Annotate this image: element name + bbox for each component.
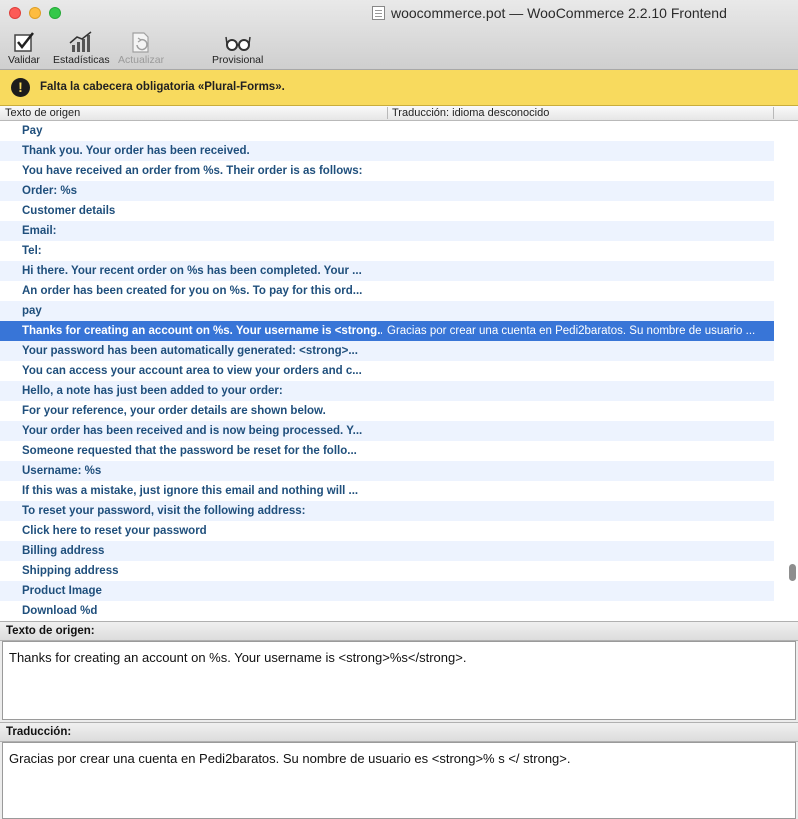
table-row[interactable]: To reset your password, visit the follow… xyxy=(0,501,774,521)
source-cell: Order: %s xyxy=(22,185,77,197)
update-button[interactable]: Actualizar xyxy=(118,30,164,66)
table-row[interactable]: You have received an order from %s. Thei… xyxy=(0,161,774,181)
source-cell: Hello, a note has just been added to you… xyxy=(22,385,283,397)
source-cell: An order has been created for you on %s.… xyxy=(22,285,363,297)
column-divider xyxy=(773,107,774,119)
table-row[interactable]: Product Image xyxy=(0,581,774,601)
table-row[interactable]: Hello, a note has just been added to you… xyxy=(0,381,774,401)
table-row[interactable]: Download %d xyxy=(0,601,774,621)
translation-text-editor[interactable]: Gracias por crear una cuenta en Pedi2bar… xyxy=(2,742,796,819)
window-titlebar: woocommerce.pot — WooCommerce 2.2.10 Fro… xyxy=(0,0,798,70)
list-column-header: Texto de origen Traducción: idioma desco… xyxy=(0,106,798,121)
document-icon xyxy=(372,6,385,20)
source-cell: Shipping address xyxy=(22,565,119,577)
source-cell: Pay xyxy=(22,125,43,137)
table-row[interactable]: Shipping address xyxy=(0,561,774,581)
statistics-button[interactable]: Estadísticas xyxy=(53,30,110,66)
validate-button[interactable]: Validar xyxy=(8,30,40,66)
table-row[interactable]: Pay xyxy=(0,121,774,141)
table-row-selected[interactable]: Thanks for creating an account on %s. Yo… xyxy=(0,321,774,341)
translation-panel-header: Traducción: xyxy=(0,722,798,742)
table-row[interactable]: Thank you. Your order has been received. xyxy=(0,141,774,161)
source-cell: To reset your password, visit the follow… xyxy=(22,505,306,517)
list-scrollbar[interactable] xyxy=(774,121,798,621)
refresh-document-icon xyxy=(132,32,149,53)
warning-text: Falta la cabecera obligatoria «Plural-Fo… xyxy=(40,81,285,93)
source-cell: Thanks for creating an account on %s. Yo… xyxy=(22,325,382,337)
column-divider[interactable] xyxy=(387,107,388,119)
zoom-window-button[interactable] xyxy=(49,7,61,19)
table-row[interactable]: Email: xyxy=(0,221,774,241)
source-panel-label: Texto de origen: xyxy=(6,625,95,637)
window-title: woocommerce.pot — WooCommerce 2.2.10 Fro… xyxy=(372,5,727,21)
checkbox-icon xyxy=(14,32,34,52)
table-row[interactable]: Tel: xyxy=(0,241,774,261)
source-cell: If this was a mistake, just ignore this … xyxy=(22,485,359,497)
source-cell: Download %d xyxy=(22,605,98,617)
column-source-header[interactable]: Texto de origen xyxy=(5,107,80,119)
table-row[interactable]: pay xyxy=(0,301,774,321)
table-row[interactable]: Customer details xyxy=(0,201,774,221)
source-cell: Tel: xyxy=(22,245,42,257)
source-cell: Customer details xyxy=(22,205,116,217)
source-cell: Username: %s xyxy=(22,465,102,477)
translation-panel-label: Traducción: xyxy=(6,726,72,738)
source-cell: You can access your account area to view… xyxy=(22,365,362,377)
window-title-text: woocommerce.pot — WooCommerce 2.2.10 Fro… xyxy=(391,5,727,21)
source-panel-header: Texto de origen: xyxy=(0,621,798,641)
table-row[interactable]: Your order has been received and is now … xyxy=(0,421,774,441)
source-cell: For your reference, your order details a… xyxy=(22,405,326,417)
source-cell: Click here to reset your password xyxy=(22,525,207,537)
table-row[interactable]: An order has been created for you on %s.… xyxy=(0,281,774,301)
source-cell: Your password has been automatically gen… xyxy=(22,345,358,357)
table-row[interactable]: Billing address xyxy=(0,541,774,561)
minimize-window-button[interactable] xyxy=(29,7,41,19)
close-window-button[interactable] xyxy=(9,7,21,19)
source-cell: Billing address xyxy=(22,545,105,557)
warning-bar: ! Falta la cabecera obligatoria «Plural-… xyxy=(0,70,798,106)
source-cell: pay xyxy=(22,305,42,317)
source-cell: Hi there. Your recent order on %s has be… xyxy=(22,265,362,277)
table-row[interactable]: Click here to reset your password xyxy=(0,521,774,541)
update-label: Actualizar xyxy=(118,54,165,66)
source-cell: Someone requested that the password be r… xyxy=(22,445,357,457)
table-row[interactable]: Order: %s xyxy=(0,181,774,201)
source-cell: Product Image xyxy=(22,585,102,597)
table-row[interactable]: For your reference, your order details a… xyxy=(0,401,774,421)
translation-list[interactable]: Pay Thank you. Your order has been receiv… xyxy=(0,121,774,621)
table-row[interactable]: Someone requested that the password be r… xyxy=(0,441,774,461)
source-text-view[interactable]: Thanks for creating an account on %s. Yo… xyxy=(2,641,796,720)
table-row[interactable]: Username: %s xyxy=(0,461,774,481)
source-cell: Email: xyxy=(22,225,57,237)
table-row[interactable]: Hi there. Your recent order on %s has be… xyxy=(0,261,774,281)
chart-icon xyxy=(69,31,92,52)
table-row[interactable]: Your password has been automatically gen… xyxy=(0,341,774,361)
glasses-icon xyxy=(224,36,251,51)
source-cell: Your order has been received and is now … xyxy=(22,425,363,437)
column-translation-header[interactable]: Traducción: idioma desconocido xyxy=(392,107,549,119)
list-scroll-thumb[interactable] xyxy=(789,564,796,581)
warning-icon: ! xyxy=(11,78,30,97)
validate-label: Validar xyxy=(8,54,40,66)
source-cell: You have received an order from %s. Thei… xyxy=(22,165,363,177)
table-row[interactable]: You can access your account area to view… xyxy=(0,361,774,381)
table-row[interactable]: If this was a mistake, just ignore this … xyxy=(0,481,774,501)
statistics-label: Estadísticas xyxy=(53,54,110,66)
translation-cell: Gracias por crear una cuenta en Pedi2bar… xyxy=(387,325,756,337)
source-cell: Thank you. Your order has been received. xyxy=(22,145,250,157)
fuzzy-button[interactable]: Provisional xyxy=(212,30,263,66)
fuzzy-label: Provisional xyxy=(212,54,264,66)
